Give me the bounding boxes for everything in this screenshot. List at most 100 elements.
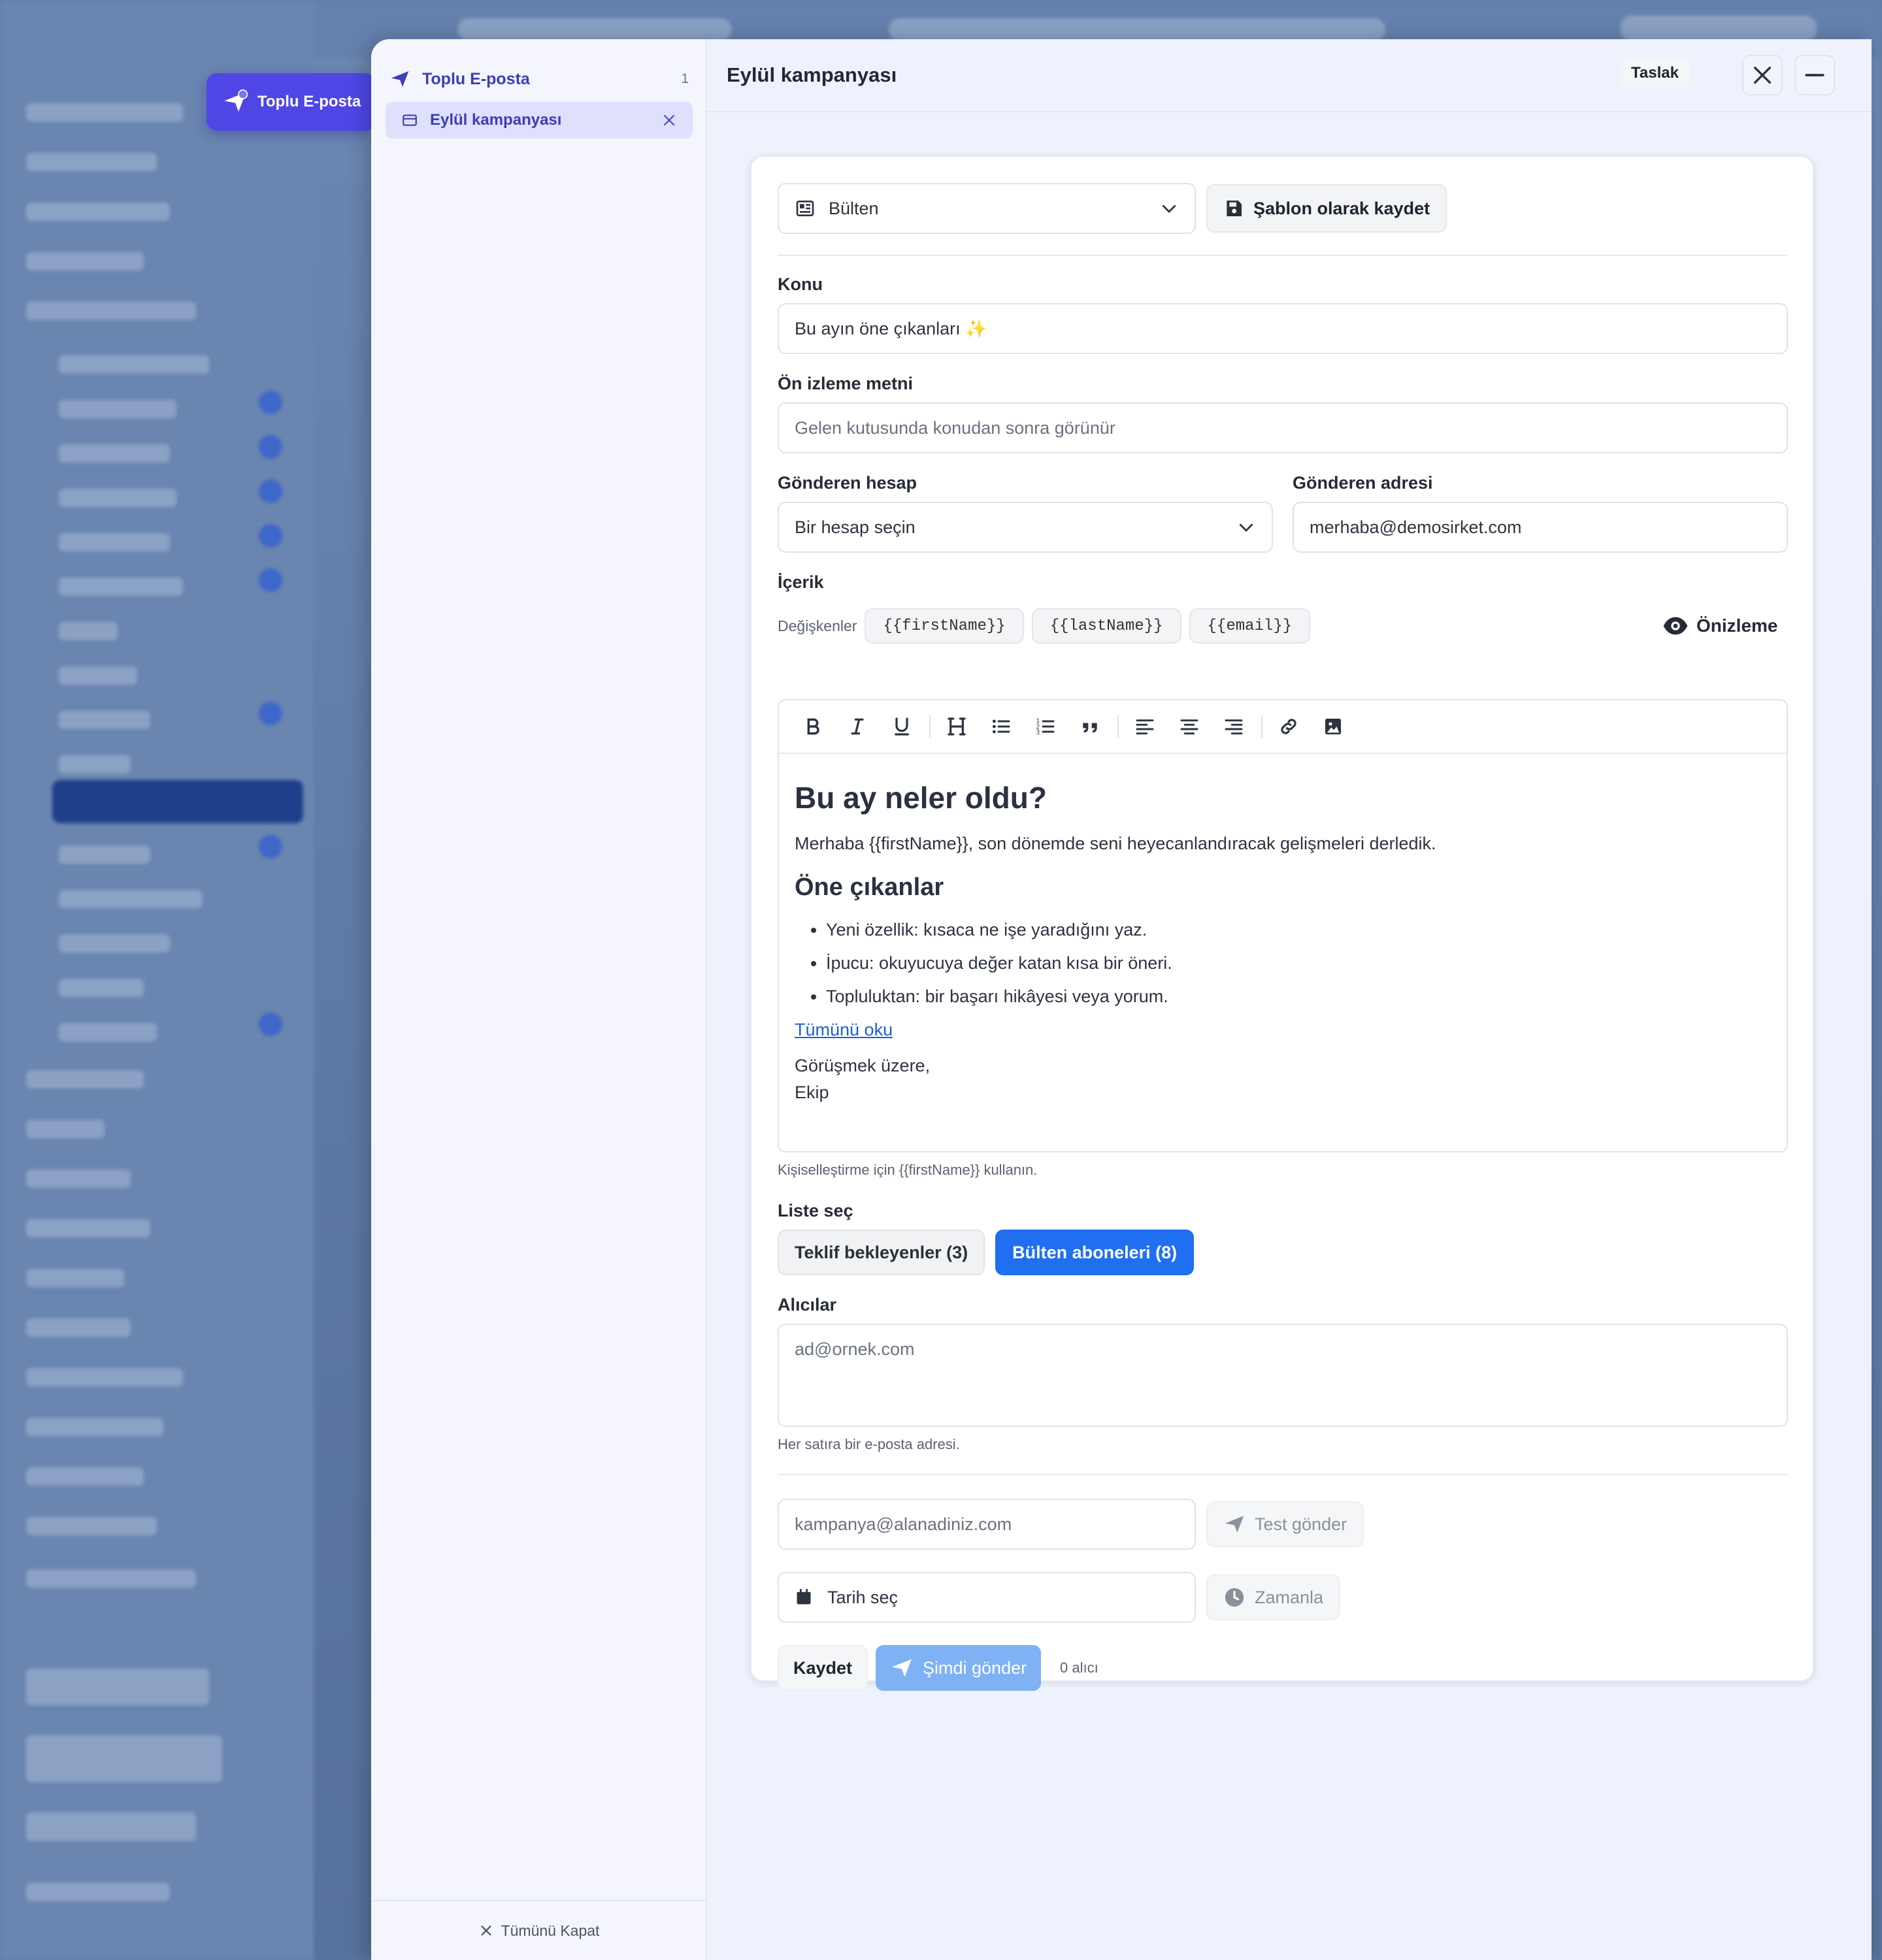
send-now-label: Şimdi gönder [923, 1658, 1027, 1678]
template-select[interactable]: Bülten [778, 183, 1196, 234]
background-row [26, 1735, 222, 1782]
subject-input[interactable]: Bu ayın öne çıkanları ✨ [778, 303, 1788, 354]
minimize-panel-button[interactable] [1794, 55, 1835, 95]
sidebar-item-draft[interactable]: Eylül kampanyası [386, 102, 693, 139]
background-pill [1621, 16, 1817, 42]
content-closing: Görüşmek üzere, [795, 1056, 931, 1075]
background-row [59, 533, 170, 551]
bullet-list-icon[interactable] [982, 707, 1021, 746]
personalization-hint: Kişiselleştirme için {{firstName}} kulla… [778, 1162, 1038, 1178]
variables-label: Değişkenler [778, 617, 857, 634]
test-email-input[interactable]: kampanya@alanadiniz.com [778, 1499, 1196, 1550]
align-center-icon[interactable] [1170, 707, 1209, 746]
align-left-icon[interactable] [1125, 707, 1164, 746]
background-badge [259, 524, 282, 547]
background-row [26, 1169, 131, 1188]
underline-icon[interactable] [882, 707, 921, 746]
divider [778, 1474, 1788, 1475]
list-chip-offer-pending[interactable]: Teklif bekleyenler (3) [778, 1230, 985, 1275]
background-row [59, 489, 176, 507]
background-row [59, 400, 176, 418]
image-icon[interactable] [1313, 707, 1353, 746]
toolbar-separator [1117, 715, 1119, 738]
card-icon [403, 114, 417, 126]
variable-chip-email[interactable]: {{email}} [1189, 608, 1311, 644]
background-row [26, 1219, 150, 1237]
background-row [59, 979, 144, 997]
subject-label: Konu [778, 274, 823, 294]
background-row [26, 1883, 170, 1901]
schedule-label: Zamanla [1255, 1587, 1324, 1607]
recipient-count: 0 alıcı [1060, 1659, 1098, 1676]
close-icon[interactable] [661, 112, 677, 128]
background-badge [259, 480, 282, 503]
preview-button[interactable]: Önizleme [1662, 610, 1777, 642]
close-panel-button[interactable] [1742, 55, 1783, 95]
background-row [59, 622, 118, 640]
toolbar-separator [1261, 715, 1263, 738]
background-row [59, 1023, 157, 1041]
send-icon [892, 1659, 912, 1677]
sender-address-input[interactable]: merhaba@demosirket.com [1293, 502, 1788, 553]
quote-icon[interactable] [1070, 707, 1110, 746]
editor-toolbar: 123 [779, 700, 1787, 754]
background-row [26, 103, 183, 122]
send-now-button[interactable]: Şimdi gönder [876, 1645, 1042, 1691]
sender-account-label: Gönderen hesap [778, 473, 917, 493]
background-row [26, 1517, 157, 1535]
editor-content[interactable]: Bu ay neler oldu? Merhaba {{firstName}},… [779, 780, 1787, 1103]
background-row [59, 711, 150, 729]
sidebar-section-header: Toplu E-posta 1 [389, 65, 689, 93]
rich-text-editor: 123 Bu ay neler oldu? Merhaba {{firstNam… [778, 699, 1788, 1152]
background-row [26, 1070, 144, 1088]
variables-row: Değişkenler {{firstName}} {{lastName}} {… [778, 608, 1311, 644]
recipients-textarea[interactable]: ad@ornek.com [778, 1324, 1788, 1427]
background-badge [259, 568, 282, 592]
date-picker-placeholder: Tarih seç [827, 1587, 899, 1607]
background-row [26, 1269, 124, 1287]
list-select-label: Liste seç [778, 1201, 853, 1220]
background-row [59, 666, 137, 685]
background-row [59, 845, 150, 864]
schedule-button[interactable]: Zamanla [1206, 1575, 1341, 1620]
list-item: İpucu: okuyucuya değer katan kısa bir ön… [826, 953, 1771, 973]
test-send-label: Test gönder [1255, 1514, 1347, 1534]
italic-icon[interactable] [838, 707, 877, 746]
test-email-placeholder: kampanya@alanadiniz.com [795, 1514, 1012, 1534]
heading-icon[interactable] [937, 707, 976, 746]
chevron-down-icon [1236, 517, 1256, 537]
divider [778, 255, 1788, 256]
save-button[interactable]: Kaydet [778, 1645, 868, 1691]
send-icon [391, 71, 409, 87]
link-icon[interactable] [1269, 707, 1308, 746]
preview-text-label: Ön izleme metni [778, 374, 914, 393]
numbered-list-icon[interactable]: 123 [1026, 707, 1065, 746]
content-signature: Ekip [795, 1083, 829, 1102]
background-row [59, 355, 209, 374]
variable-chip-firstname[interactable]: {{firstName}} [865, 608, 1024, 644]
background-row [26, 1669, 209, 1705]
background-badge [259, 702, 282, 725]
align-right-icon[interactable] [1214, 707, 1253, 746]
preview-button-label: Önizleme [1696, 615, 1778, 636]
test-send-button[interactable]: Test gönder [1206, 1501, 1364, 1547]
bulk-email-fab[interactable]: Toplu E-posta [206, 73, 375, 131]
chevron-down-icon [1159, 199, 1179, 218]
save-template-button[interactable]: Şablon olarak kaydet [1206, 184, 1447, 233]
close-all-button[interactable]: Tümünü Kapat [371, 1900, 707, 1960]
content-label: İçerik [778, 572, 824, 592]
list-chip-newsletter[interactable]: Bülten aboneleri (8) [995, 1230, 1195, 1275]
background-row [26, 1569, 196, 1588]
date-picker-input[interactable]: Tarih seç [778, 1572, 1196, 1623]
read-more-link[interactable]: Tümünü oku [795, 1020, 1771, 1040]
bulk-email-panel: Toplu E-posta 1 Eylül kampanyası Tümünü … [371, 39, 1872, 1960]
calendar-icon [797, 1588, 811, 1605]
bold-icon[interactable] [793, 707, 833, 746]
sender-account-select[interactable]: Bir hesap seçin [778, 502, 1273, 553]
preview-text-input[interactable]: Gelen kutusunda konudan sonra görünür [778, 402, 1788, 453]
close-icon [1753, 66, 1772, 84]
background-row [26, 153, 157, 171]
content-bullet-list: Yeni özellik: kısaca ne işe yaradığını y… [795, 920, 1771, 1007]
variable-chip-lastname[interactable]: {{lastName}} [1031, 608, 1181, 644]
background-row [59, 578, 183, 596]
